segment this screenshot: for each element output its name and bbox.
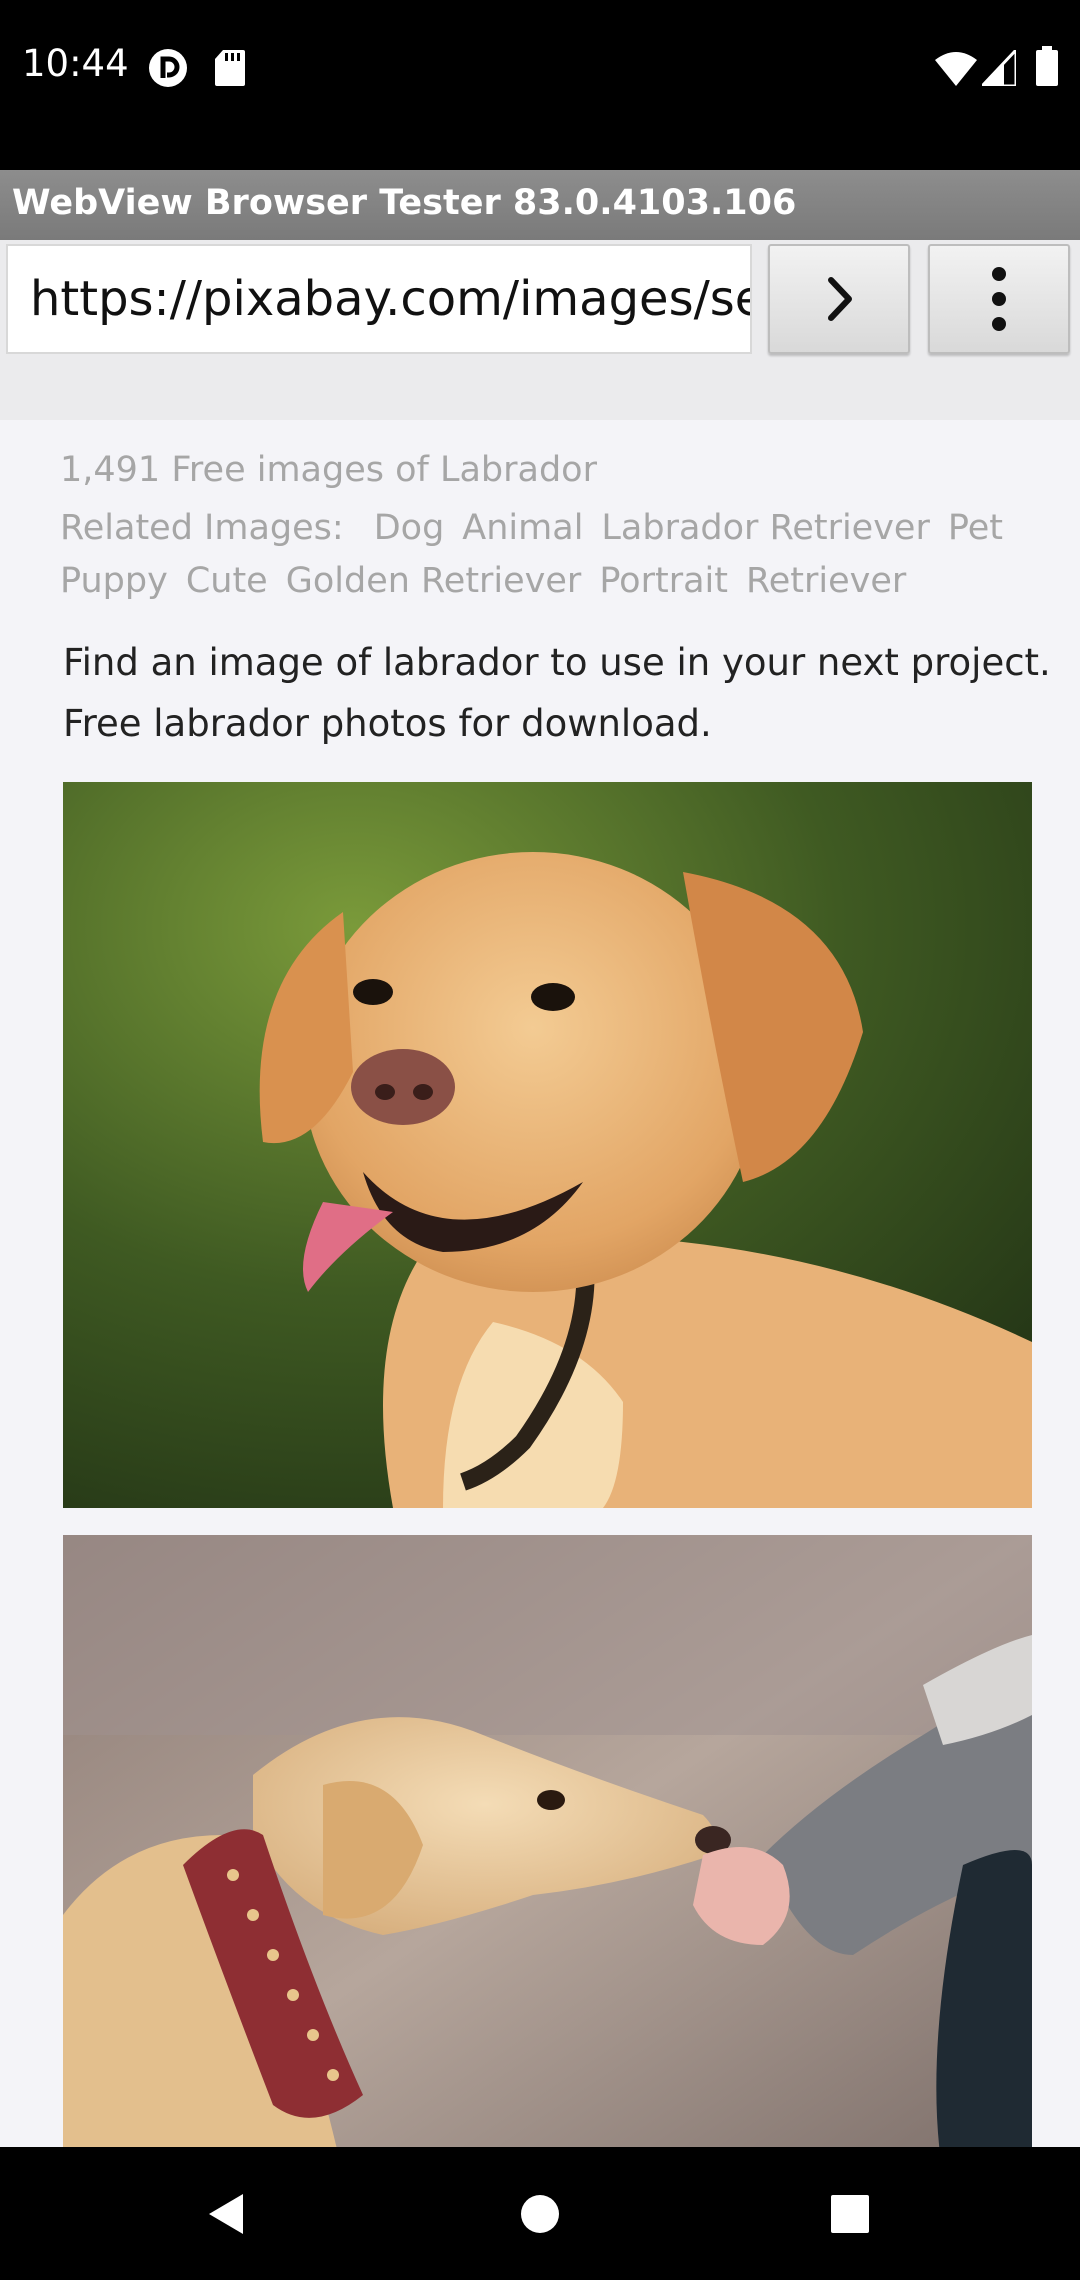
related-tag-retriever[interactable]: Retriever [746, 561, 906, 601]
url-input[interactable]: https://pixabay.com/images/se [6, 244, 752, 354]
related-tag-animal[interactable]: Animal [462, 508, 583, 548]
labrador-hand-photo[interactable] [63, 1535, 1032, 2147]
chevron-right-icon [828, 277, 852, 321]
related-images: Related Images: Dog Animal Labrador Retriev… [60, 502, 1040, 608]
status-time: 10:44 [22, 42, 129, 85]
back-button[interactable] [150, 2147, 300, 2280]
related-label: Related Images: [60, 508, 344, 548]
related-tag-pet[interactable]: Pet [948, 508, 1003, 548]
home-button[interactable] [465, 2147, 615, 2280]
web-content: 1,491 Free images of Labrador Related Im… [0, 420, 1080, 2147]
pocket-casts-icon [149, 49, 187, 87]
app-title: WebView Browser Tester 83.0.4103.106 [12, 183, 797, 223]
more-vert-icon [992, 267, 1006, 331]
related-tag-puppy[interactable]: Puppy [60, 561, 168, 601]
result-count: 1,491 Free images of Labrador [60, 450, 597, 490]
related-tag-dog[interactable]: Dog [374, 508, 445, 548]
menu-button[interactable] [928, 244, 1070, 354]
recents-icon [831, 2194, 869, 2233]
status-bar: 10:44 [0, 0, 1080, 170]
related-tag-cute[interactable]: Cute [186, 561, 268, 601]
wifi-icon [935, 52, 977, 86]
recents-button[interactable] [775, 2147, 925, 2280]
page-description: Find an image of labrador to use in your… [63, 641, 1051, 745]
sd-card-icon [215, 50, 245, 86]
battery-icon [1036, 46, 1058, 86]
url-toolbar: https://pixabay.com/images/se [0, 240, 1080, 420]
related-tag-golden-retriever[interactable]: Golden Retriever [286, 561, 582, 601]
labrador-portrait-photo[interactable] [63, 782, 1032, 1508]
related-tag-portrait[interactable]: Portrait [599, 561, 728, 601]
related-tag-labrador-retriever[interactable]: Labrador Retriever [601, 508, 929, 548]
app-title-bar: WebView Browser Tester 83.0.4103.106 [0, 170, 1080, 240]
home-icon [521, 2194, 559, 2233]
navigation-bar [0, 2147, 1080, 2280]
back-icon [209, 2193, 243, 2234]
cell-signal-icon [982, 50, 1016, 86]
go-button[interactable] [768, 244, 910, 354]
